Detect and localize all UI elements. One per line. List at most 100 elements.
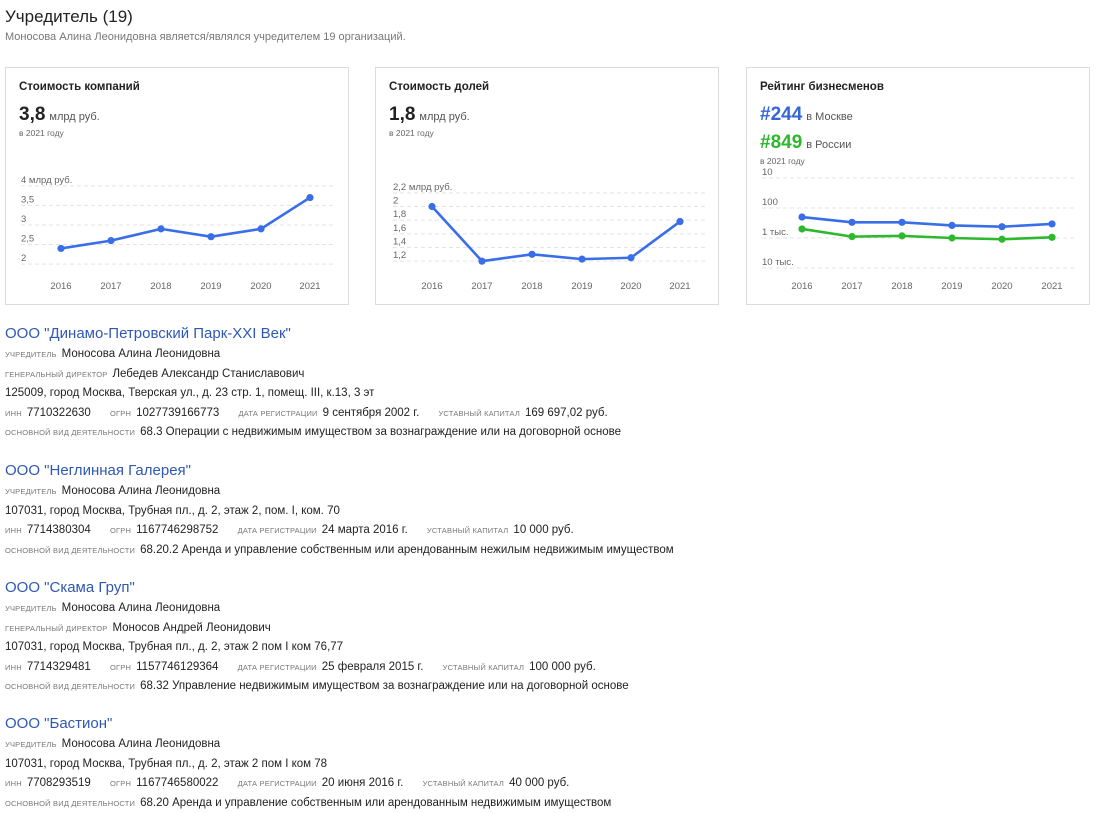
reg-date-label: Дата регистрации (238, 408, 318, 418)
company-name-link[interactable]: ООО "Неглинная Галерея" (5, 460, 1095, 482)
company-address: 107031, город Москва, Трубная пл., д. 2,… (5, 757, 328, 770)
director-value[interactable]: Лебедев Александр Станиславович (112, 368, 304, 380)
data-point[interactable] (848, 218, 856, 226)
data-point[interactable] (948, 234, 956, 242)
reg-date-label: Дата регистрации (237, 526, 317, 536)
activity-value: 68.20.2 Аренда и управление собственным … (140, 543, 674, 556)
data-point[interactable] (257, 225, 265, 233)
y-tick-label: 3 (21, 214, 26, 225)
shares-value-unit: млрд руб. (419, 111, 470, 123)
data-point[interactable] (998, 223, 1006, 231)
data-point[interactable] (1048, 233, 1056, 241)
company-address: 107031, город Москва, Трубная пл., д. 2,… (5, 504, 340, 517)
director-label: Генеральный директор (5, 623, 108, 633)
founder-value[interactable]: Моносова Алина Леонидовна (62, 485, 221, 497)
founder-value[interactable]: Моносова Алина Леонидовна (62, 738, 221, 750)
y-tick-label: 1,4 (393, 237, 406, 248)
company-founder-row: Учредитель Моносова Алина Леонидовна (5, 345, 1095, 365)
y-tick-label: 1,2 (393, 250, 406, 261)
capital-value: 10 000 руб. (513, 524, 574, 537)
data-point[interactable] (306, 193, 314, 202)
company-activity-row: Основной вид деятельности 68.32 Управлени… (5, 677, 1095, 697)
company-name-link[interactable]: ООО "Динамо-Петровский Парк-XXI Век" (5, 323, 1095, 345)
y-tick-label: 1,8 (393, 209, 406, 220)
data-point[interactable] (478, 257, 486, 265)
rating-russia-rank: #849 (760, 132, 803, 153)
y-tick-label: 10 (762, 167, 773, 178)
data-point[interactable] (676, 217, 684, 226)
director-value[interactable]: Моносов Андрей Леонидович (112, 622, 270, 634)
ogrn-value: 1157746129364 (136, 660, 219, 673)
data-point[interactable] (898, 218, 906, 226)
y-tick-label: 2 (21, 253, 26, 264)
x-tick-label: 2019 (200, 281, 221, 292)
founder-value[interactable]: Моносова Алина Леонидовна (62, 602, 221, 614)
inn-value: 7714329481 (26, 660, 91, 673)
data-point[interactable] (57, 244, 65, 253)
company-activity-row: Основной вид деятельности 68.20.2 Аренда … (5, 541, 1095, 561)
data-point[interactable] (207, 233, 215, 241)
page-subtitle: Моносова Алина Леонидовна является/являл… (5, 31, 406, 43)
shares-value-card[interactable]: 2,2 млрд руб. 2 1,8 1,6 1,4 1,2 2016 2017 2018 20… (375, 67, 719, 305)
data-point[interactable] (428, 202, 436, 211)
company-requisites-row: ИНН 7708293519 ОГРН 1167746580022 Дата рег… (5, 774, 1095, 794)
y-tick-label: 2,5 (21, 234, 34, 245)
company-name-link[interactable]: ООО "Скама Груп" (5, 577, 1095, 599)
company-address: 125009, город Москва, Тверская ул., д. 2… (5, 387, 375, 400)
rating-card[interactable]: 10 100 1 тыс. 10 тыс. 2016 2017 2018 2019 2020 20… (746, 67, 1090, 305)
card-title: Стоимость компаний (19, 81, 140, 93)
activity-label: Основной вид деятельности (5, 545, 136, 555)
y-tick-label: 1 тыс. (762, 227, 789, 238)
data-point[interactable] (627, 254, 635, 262)
data-point[interactable] (528, 250, 536, 258)
card-title: Стоимость долей (389, 81, 490, 93)
rating-moscow-label: в Москве (806, 111, 853, 123)
page-title: Учредитель (19) (5, 7, 133, 26)
inn-label: ИНН (5, 779, 22, 789)
data-point[interactable] (898, 232, 906, 240)
company-activity-row: Основной вид деятельности 68.20 Аренда и … (5, 794, 1095, 813)
inn-value: 7710322630 (26, 406, 91, 419)
data-point[interactable] (1048, 220, 1056, 228)
data-point[interactable] (998, 235, 1006, 243)
director-label: Генеральный директор (5, 369, 108, 379)
capital-label: Уставный капитал (426, 526, 509, 536)
reg-date-label: Дата регистрации (237, 662, 317, 672)
company-name-link[interactable]: ООО "Бастион" (5, 713, 1095, 735)
data-point[interactable] (798, 225, 806, 233)
activity-label: Основной вид деятельности (5, 798, 136, 808)
y-tick-label: 3,5 (21, 194, 34, 205)
data-point[interactable] (798, 213, 806, 221)
x-tick-label: 2021 (669, 281, 690, 292)
data-point[interactable] (848, 233, 856, 241)
founder-label: Учредитель (5, 740, 57, 749)
capital-value: 100 000 руб. (529, 660, 596, 673)
inn-label: ИНН (5, 526, 22, 536)
company-founder-row: Учредитель Моносова Алина Леонидовна (5, 482, 1095, 502)
x-tick-label: 2018 (150, 281, 171, 292)
company-activity-row: Основной вид деятельности 68.3 Операции с… (5, 423, 1095, 443)
ogrn-label: ОГРН (110, 526, 132, 536)
shares-value-total: 1,8 млрд руб. (389, 104, 470, 126)
ogrn-value: 1027739166773 (136, 406, 220, 419)
data-point[interactable] (578, 255, 586, 263)
reg-date-value: 9 сентября 2002 г. (322, 406, 420, 419)
data-point[interactable] (107, 237, 115, 245)
x-tick-label: 2021 (1041, 281, 1062, 292)
data-point[interactable] (948, 221, 956, 229)
reg-date-value: 20 июня 2016 г. (321, 777, 404, 790)
founder-label: Учредитель (5, 604, 57, 613)
ogrn-label: ОГРН (110, 662, 132, 672)
rating-year: в 2021 году (760, 156, 805, 166)
activity-value: 68.3 Операции с недвижимым имуществом за… (140, 426, 622, 439)
capital-label: Уставный капитал (422, 779, 505, 789)
inn-label: ИНН (5, 408, 22, 418)
x-tick-label: 2018 (891, 281, 912, 292)
companies-value-total: 3,8 млрд руб. (19, 104, 100, 126)
companies-value-number: 3,8 (19, 104, 46, 125)
founder-value[interactable]: Моносова Алина Леонидовна (62, 348, 221, 360)
data-point[interactable] (157, 225, 165, 233)
reg-date-label: Дата регистрации (237, 779, 317, 789)
company-founder-row: Учредитель Моносова Алина Леонидовна (5, 735, 1095, 755)
companies-value-card[interactable]: 4 млрд руб. 3,5 3 2,5 2 2016 2017 2018 2019 2020 2… (5, 67, 349, 305)
